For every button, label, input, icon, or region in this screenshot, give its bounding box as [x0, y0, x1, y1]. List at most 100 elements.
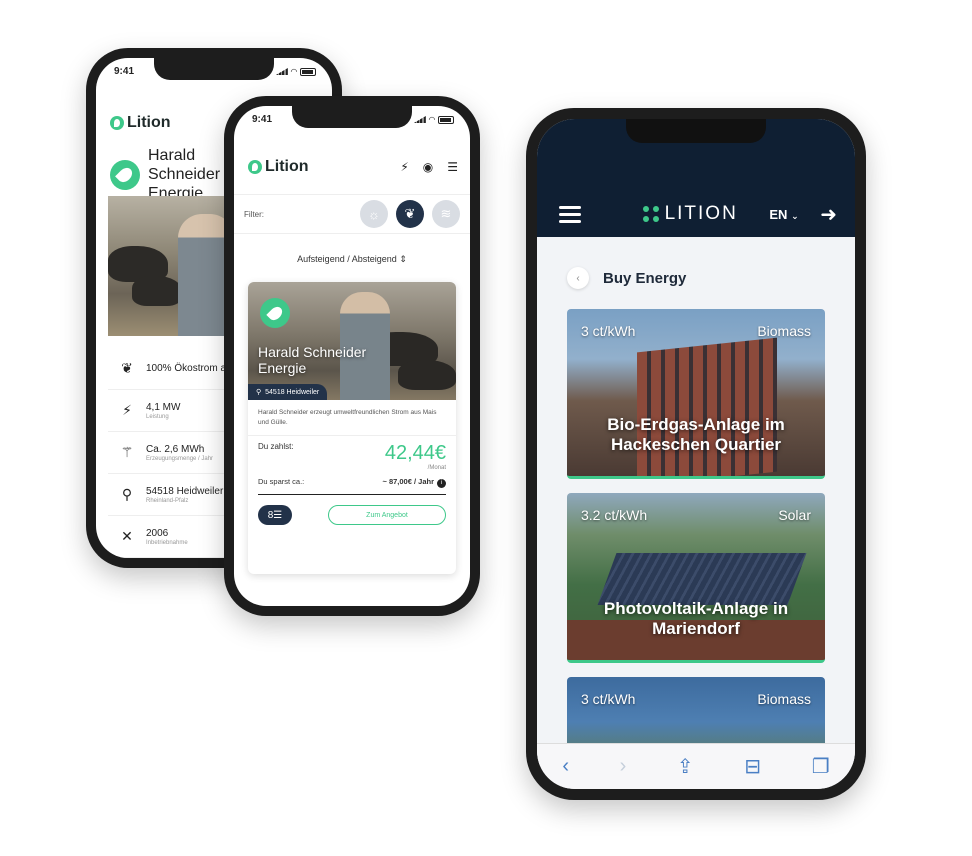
energy-offer-card[interactable]: 3.2 ct/kWh Solar Photovoltaik-Anlage in … — [567, 493, 825, 663]
app-header: Lition ⚡ ◉ ☰ — [248, 158, 458, 176]
logo-text: Lition — [265, 158, 309, 175]
phone2-notch — [292, 106, 412, 128]
card-image-building — [637, 337, 777, 476]
logo-text: Lition — [127, 114, 171, 131]
tabs-icon[interactable]: ❐ — [812, 754, 830, 779]
language-value: EN — [769, 206, 788, 222]
page-title: Buy Energy — [603, 269, 687, 287]
signal-icon — [413, 116, 426, 123]
detail-sub: Leistung — [146, 413, 169, 420]
leaf-filter-icon[interactable]: ❦ — [396, 200, 424, 228]
lition-logo[interactable]: LITION — [642, 203, 738, 225]
leaf-outline-icon: ❦ — [121, 360, 133, 376]
browser-toolbar: ‹ › ⇪ ⊟ ❐ — [537, 743, 855, 789]
location-badge: ⚲ 54518 Heidweiler — [248, 384, 328, 400]
offer-type: Biomass — [757, 691, 811, 707]
share-icon[interactable]: ⇪ — [677, 754, 694, 779]
menu-icon[interactable] — [559, 205, 581, 223]
signal-icon — [275, 68, 288, 75]
bookmarks-icon[interactable]: ⊟ — [744, 754, 761, 779]
detail-main: Ca. 2,6 MWh — [146, 443, 205, 455]
photo-cow — [398, 360, 456, 390]
location-pin-icon: ⚲ — [256, 389, 262, 396]
offer-price: 3 ct/kWh — [581, 691, 636, 707]
detail-main: 2006 — [146, 527, 169, 539]
logo-text: LITION — [664, 203, 738, 224]
language-selector[interactable]: EN ⌄ — [769, 207, 798, 222]
producer-card-description: Harald Schneider erzeugt umweltfreundlic… — [248, 400, 456, 436]
lition-logo-icon — [248, 160, 262, 174]
detail-sub: Rheinland-Pfalz — [146, 497, 189, 504]
app-top-bar: LITION EN ⌄ ➜ — [537, 191, 855, 237]
status-icons: ◠ — [275, 66, 316, 77]
phone2-screen: 9:41 ◠ Lition ⚡ ◉ ☰ Filter: ☼ ❦ ≋ Aufste… — [234, 106, 470, 606]
battery-icon — [300, 67, 316, 76]
card-image-solar-panels — [597, 553, 807, 605]
producer-card-title: Harald Schneider Energie — [258, 344, 367, 376]
save-label: Du sparst ca.: — [258, 477, 305, 486]
offer-title: Photovoltaik-Anlage in Mariendorf — [603, 599, 789, 638]
chevron-down-icon: ⌄ — [791, 210, 799, 221]
filter-bar: Filter: ☼ ❦ ≋ — [234, 194, 470, 234]
photo-cow — [132, 276, 182, 306]
sun-icon[interactable]: ☼ — [360, 200, 388, 228]
wifi-icon: ◠ — [428, 115, 435, 124]
status-time: 9:41 — [252, 114, 273, 125]
detail-main: 4,1 MW — [146, 401, 181, 413]
sort-arrows-icon: ⇕ — [399, 254, 407, 264]
tools-icon: ✕ — [121, 528, 133, 544]
bolt-icon[interactable]: ⚡ — [400, 160, 408, 174]
offer-button[interactable]: Zum Angebot — [328, 505, 446, 525]
energy-offer-card[interactable]: 3 ct/kWh Biomass Bio-Erdgas-Anlage im Ha… — [567, 309, 825, 479]
producer-card-image: Harald Schneider Energie ⚲ 54518 Heidwei… — [248, 282, 456, 400]
offer-title: Bio-Erdgas-Anlage im Hackeschen Quartier — [607, 415, 785, 454]
offer-price: 3 ct/kWh — [581, 323, 636, 339]
lition-logo-icon — [642, 206, 659, 222]
location-text: 54518 Heidweiler — [265, 388, 320, 396]
detail-sub: Erzeugungsmenge / Jahr — [146, 455, 214, 462]
tower-icon: ⚚ — [120, 444, 134, 460]
menu-icon[interactable]: ☰ — [447, 160, 458, 174]
compare-button[interactable]: 8☰ — [258, 505, 292, 525]
lition-logo-icon — [110, 116, 124, 130]
back-button[interactable]: ‹ — [567, 267, 589, 289]
phone3-screen: LITION EN ⌄ ➜ ‹ Buy Energy 3 ct/kWh Biom… — [537, 119, 855, 789]
location-icon: ⚲ — [121, 486, 133, 502]
price-row: Du zahlst: 42,44€ — [248, 436, 456, 465]
user-icon[interactable]: ◉ — [423, 160, 433, 174]
offer-type: Biomass — [757, 323, 811, 339]
back-arrow-icon[interactable]: ‹ — [562, 755, 569, 778]
detail-sub: Inbetriebnahme — [146, 539, 188, 546]
detail-main: 54518 Heidweiler — [146, 485, 224, 497]
filter-buttons: ☼ ❦ ≋ — [360, 200, 460, 228]
pay-label: Du zahlst: — [258, 442, 294, 451]
phone3-notch — [626, 119, 766, 143]
info-icon[interactable]: i — [437, 479, 446, 488]
offer-type: Solar — [778, 507, 811, 523]
sort-toggle[interactable]: Aufsteigend / Absteigend ⇕ — [234, 254, 470, 265]
savings-row: Du sparst ca.: ~ 87,00€ / Jahr i — [258, 471, 446, 495]
phone-producer-list: 9:41 ◠ Lition ⚡ ◉ ☰ Filter: ☼ ❦ ≋ Aufste… — [224, 96, 480, 616]
wind-icon[interactable]: ≋ — [432, 200, 460, 228]
phone-buy-energy: LITION EN ⌄ ➜ ‹ Buy Energy 3 ct/kWh Biom… — [526, 108, 866, 800]
price-value: 42,44€ — [384, 442, 446, 464]
card-actions: 8☰ Zum Angebot — [248, 495, 456, 535]
lition-logo[interactable]: Lition — [110, 114, 171, 132]
header-actions: ⚡ ◉ ☰ — [400, 160, 458, 174]
save-value: ~ 87,00€ / Jahr — [382, 477, 435, 486]
forward-arrow-icon[interactable]: › — [620, 755, 627, 778]
logout-icon[interactable]: ➜ — [820, 202, 837, 227]
leaf-icon — [110, 159, 140, 190]
battery-icon — [438, 115, 454, 124]
wifi-icon: ◠ — [290, 67, 297, 76]
offer-price: 3.2 ct/kWh — [581, 507, 648, 523]
lition-logo[interactable]: Lition — [248, 158, 309, 176]
producer-header: Harald Schneider Energie — [110, 146, 238, 203]
filter-label: Filter: — [244, 209, 264, 219]
bolt-icon: ⚡ — [122, 402, 132, 418]
producer-card[interactable]: Harald Schneider Energie ⚲ 54518 Heidwei… — [248, 282, 456, 574]
page-header: ‹ Buy Energy — [567, 267, 686, 289]
status-time: 9:41 — [114, 66, 135, 77]
sort-label: Aufsteigend / Absteigend — [297, 254, 397, 264]
leaf-icon — [260, 298, 290, 328]
